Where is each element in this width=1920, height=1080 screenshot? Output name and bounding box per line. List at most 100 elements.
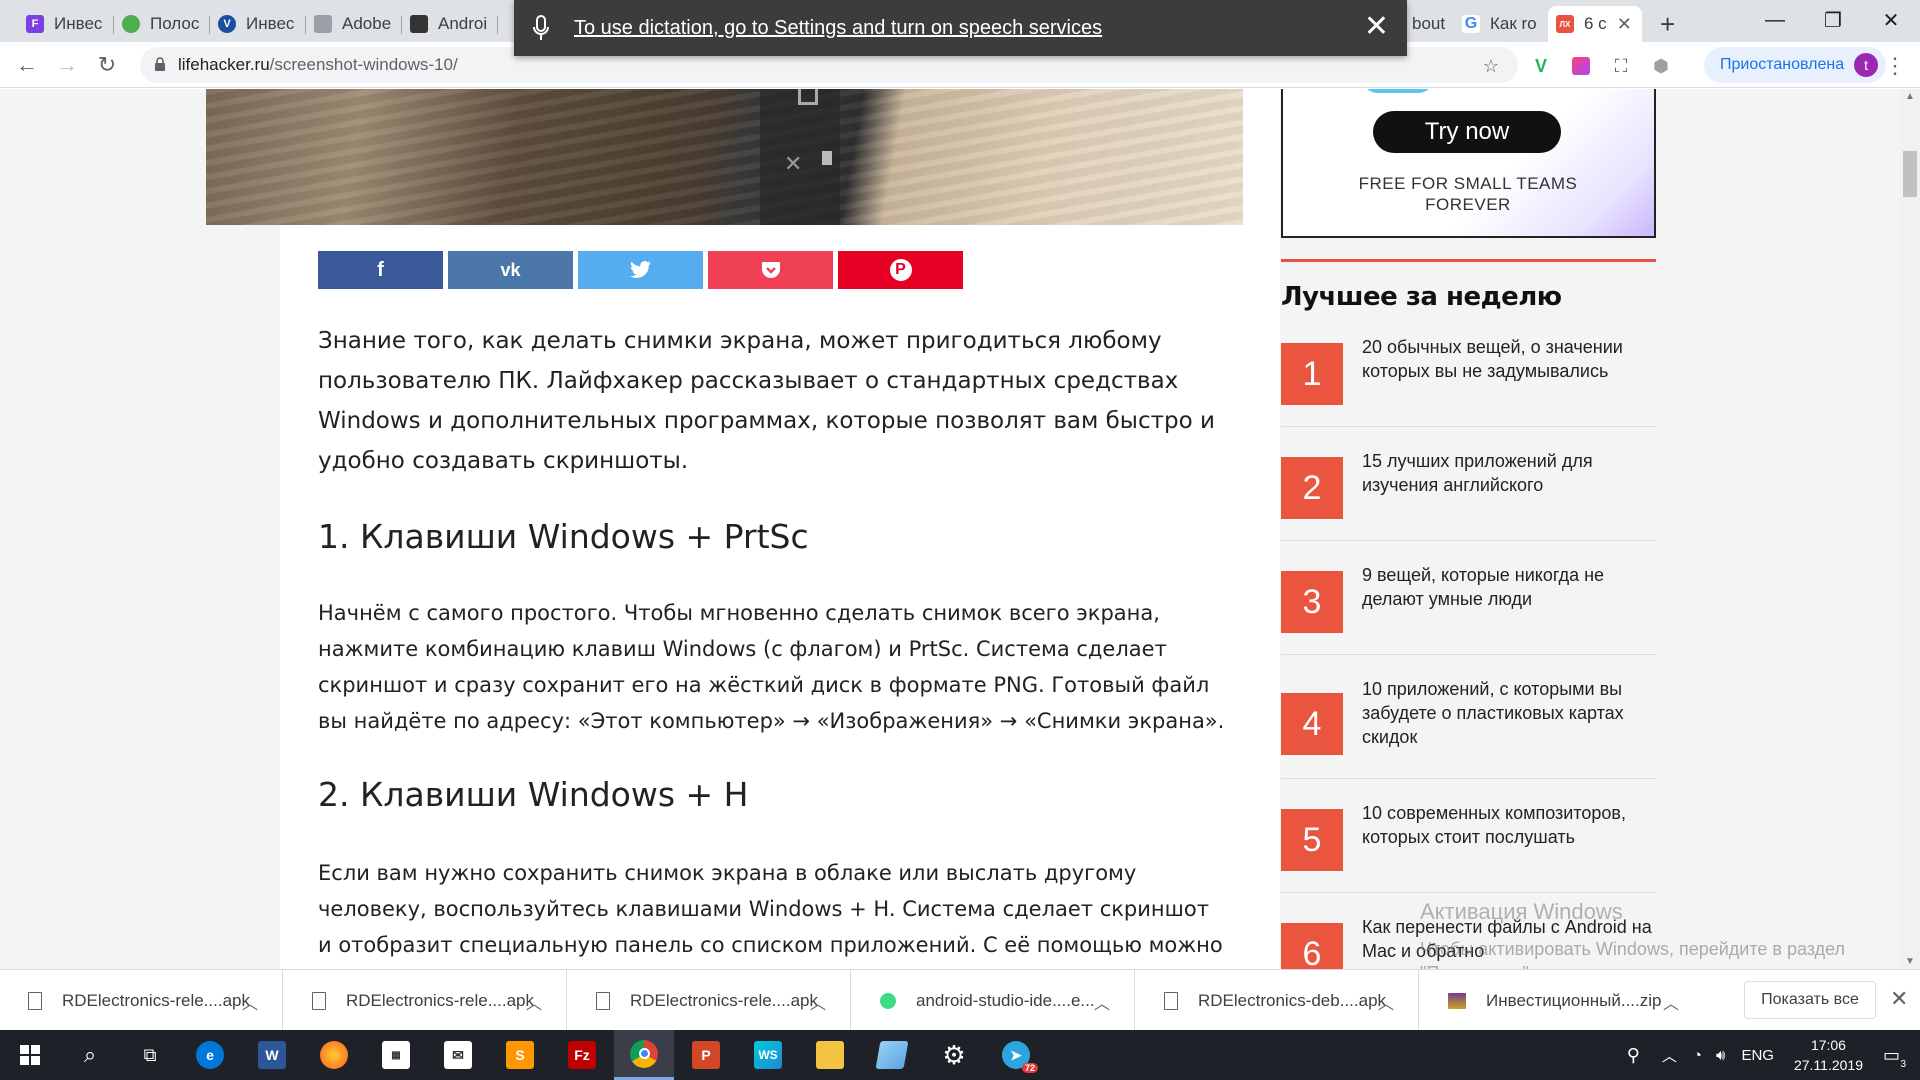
download-item[interactable]: RDElectronics-rele....apk ︿ — [0, 970, 283, 1031]
taskbar-firefox[interactable] — [304, 1030, 364, 1080]
tab-4[interactable]: Adobe — [306, 6, 402, 42]
chevron-up-icon[interactable]: ︿ — [1094, 990, 1110, 1014]
facebook-share-button[interactable]: f — [318, 251, 443, 289]
filezilla-icon: Fz — [568, 1041, 596, 1069]
taskbar-notepad[interactable] — [862, 1030, 922, 1080]
chrome-icon — [630, 1039, 658, 1068]
bookmark-star-icon[interactable]: ☆ — [1480, 55, 1502, 77]
google-icon: G — [1462, 15, 1480, 33]
tab-3[interactable]: V Инвес — [210, 6, 306, 42]
windows-activation-title: Активация Windows — [1420, 899, 1623, 924]
chevron-up-icon[interactable]: ︿ — [242, 990, 258, 1014]
pinterest-share-button[interactable]: P — [838, 251, 963, 289]
tray-chevron-icon[interactable]: ︿ — [1662, 1045, 1677, 1066]
windows-taskbar: ⌕ ⧉ e W ▦ ✉ S Fz P WS ⚙ ➤ 72 ⚲ ︿ ◔ 🔊︎ ENG… — [0, 1030, 1920, 1080]
url-path: /screenshot-windows-10/ — [269, 55, 458, 74]
task-view-button[interactable]: ⧉ — [120, 1030, 180, 1080]
back-button[interactable]: ← — [10, 48, 44, 82]
taskbar-store[interactable]: ▦ — [366, 1030, 426, 1080]
taskbar-edge[interactable]: e — [180, 1030, 240, 1080]
top-list-item[interactable]: 2 15 лучших приложений для изучения англи… — [1281, 427, 1656, 541]
twitter-share-button[interactable] — [578, 251, 703, 289]
adobe-icon — [314, 15, 332, 33]
page-scrollbar[interactable]: ▲ ▼ — [1900, 89, 1920, 969]
ad-banner[interactable]: Try now FREE FOR SMALL TEAMS FOREVER — [1281, 89, 1656, 238]
menu-kebab-icon[interactable]: ⋮ — [1884, 53, 1906, 78]
chevron-up-icon[interactable]: ︿ — [1663, 990, 1679, 1014]
taskbar-chrome[interactable] — [614, 1030, 674, 1080]
volume-icon[interactable]: 🔊︎ — [1716, 1047, 1725, 1064]
ad-tagline: FREE FOR SMALL TEAMS FOREVER — [1358, 174, 1578, 214]
share-buttons: f vk P — [318, 251, 963, 289]
chevron-up-icon[interactable]: ︿ — [526, 990, 542, 1014]
tab-5[interactable]: Androi — [402, 6, 498, 42]
top-list-item[interactable]: 39 вещей, которые никогда не делают умны… — [1281, 541, 1656, 655]
dictation-close-icon[interactable]: ✕ — [1364, 12, 1389, 42]
file-icon — [596, 991, 610, 1010]
mail-icon: ✉ — [444, 1041, 472, 1069]
hero-image: ✕ — [206, 89, 1243, 225]
tab-close-icon[interactable]: ✕ — [1617, 14, 1632, 35]
taskbar-webstorm[interactable]: WS — [738, 1030, 798, 1080]
taskbar-filezilla[interactable]: Fz — [552, 1030, 612, 1080]
section-heading-2: 2. Клавиши Windows + H — [318, 775, 749, 814]
taskbar-mail[interactable]: ✉ — [428, 1030, 488, 1080]
download-item[interactable]: Инвестиционный....zip ︿ — [1420, 970, 1703, 1031]
wifi-icon[interactable]: ◔ — [1693, 1047, 1702, 1064]
search-button[interactable]: ⌕ — [60, 1030, 120, 1080]
taskbar-telegram[interactable]: ➤ 72 — [986, 1030, 1046, 1080]
taskbar-explorer[interactable] — [800, 1030, 860, 1080]
extension-gradient-icon[interactable] — [1570, 55, 1592, 77]
forward-button[interactable]: → — [50, 48, 84, 82]
sidebar-divider — [1281, 259, 1656, 262]
edge-icon: e — [196, 1041, 224, 1069]
top-list-item[interactable]: 4 10 приложений, с которыми вы забудете о… — [1281, 655, 1656, 779]
download-item[interactable]: RDElectronics-deb....apk ︿ — [1136, 970, 1419, 1031]
minimize-button[interactable]: — — [1746, 0, 1804, 40]
chevron-up-icon[interactable]: ︿ — [810, 990, 826, 1014]
tab-7[interactable]: bout — [1404, 6, 1454, 42]
vk-icon: vk — [500, 259, 521, 280]
download-item[interactable]: RDElectronics-rele....apk ︿ — [568, 970, 851, 1031]
scrollbar-thumb[interactable] — [1903, 151, 1917, 197]
v-icon: V — [218, 15, 236, 33]
new-tab-button[interactable]: + — [1652, 6, 1692, 42]
powerpoint-icon: P — [692, 1041, 720, 1069]
profile-button[interactable]: Приостановлена t — [1704, 47, 1887, 83]
taskbar-word[interactable]: W — [242, 1030, 302, 1080]
top-list-item[interactable]: 5 10 современных композиторов, которых ст… — [1281, 779, 1656, 893]
ad-try-now-button[interactable]: Try now — [1373, 111, 1561, 153]
section-paragraph-2: Если вам нужно сохранить снимок экрана в… — [318, 861, 1223, 957]
chevron-up-icon[interactable]: ︿ — [1378, 990, 1394, 1014]
download-item[interactable]: RDElectronics-rele....apk ︿ — [284, 970, 567, 1031]
store-icon: ▦ — [382, 1041, 410, 1069]
tab-2[interactable]: Полос — [114, 6, 210, 42]
notifications-icon[interactable]: ▭ 3 — [1883, 1045, 1906, 1070]
telegram-icon: ➤ 72 — [1002, 1041, 1038, 1073]
tab-1[interactable]: F Инвес — [18, 6, 114, 42]
tab-8[interactable]: G Как ro — [1454, 6, 1550, 42]
window-close-button[interactable]: ✕ — [1862, 0, 1920, 40]
vk-share-button[interactable]: vk — [448, 251, 573, 289]
taskbar-sublime[interactable]: S — [490, 1030, 550, 1080]
show-all-downloads-button[interactable]: Показать все — [1744, 981, 1876, 1019]
taskbar-settings[interactable]: ⚙ — [924, 1030, 984, 1080]
twitter-icon — [629, 261, 651, 279]
language-indicator[interactable]: ENG — [1741, 1047, 1774, 1064]
downloads-close-icon[interactable]: ✕ — [1890, 986, 1908, 1012]
download-item[interactable]: android-studio-ide....e... ︿ — [852, 970, 1135, 1031]
screenshot-extension-icon[interactable]: ⛶ — [1610, 55, 1632, 77]
clock[interactable]: 17:06 27.11.2019 — [1794, 1035, 1863, 1075]
people-icon[interactable]: ⚲ — [1627, 1045, 1640, 1066]
maximize-button[interactable]: ❐ — [1804, 0, 1862, 40]
dictation-settings-link[interactable]: To use dictation, go to Settings and tur… — [574, 17, 1102, 40]
top-list-item[interactable]: 1 20 обычных вещей, о значении которых вы… — [1281, 313, 1656, 427]
extension-v-icon[interactable]: V — [1530, 55, 1552, 77]
tab-active[interactable]: ЛХ 6 c ✕ — [1548, 6, 1642, 42]
reload-button[interactable]: ↻ — [90, 48, 124, 82]
shield-extension-icon[interactable]: ⬢ — [1650, 55, 1672, 77]
start-button[interactable] — [0, 1030, 60, 1080]
taskbar-powerpoint[interactable]: P — [676, 1030, 736, 1080]
pocket-share-button[interactable] — [708, 251, 833, 289]
gear-icon: ⚙ — [942, 1039, 966, 1070]
